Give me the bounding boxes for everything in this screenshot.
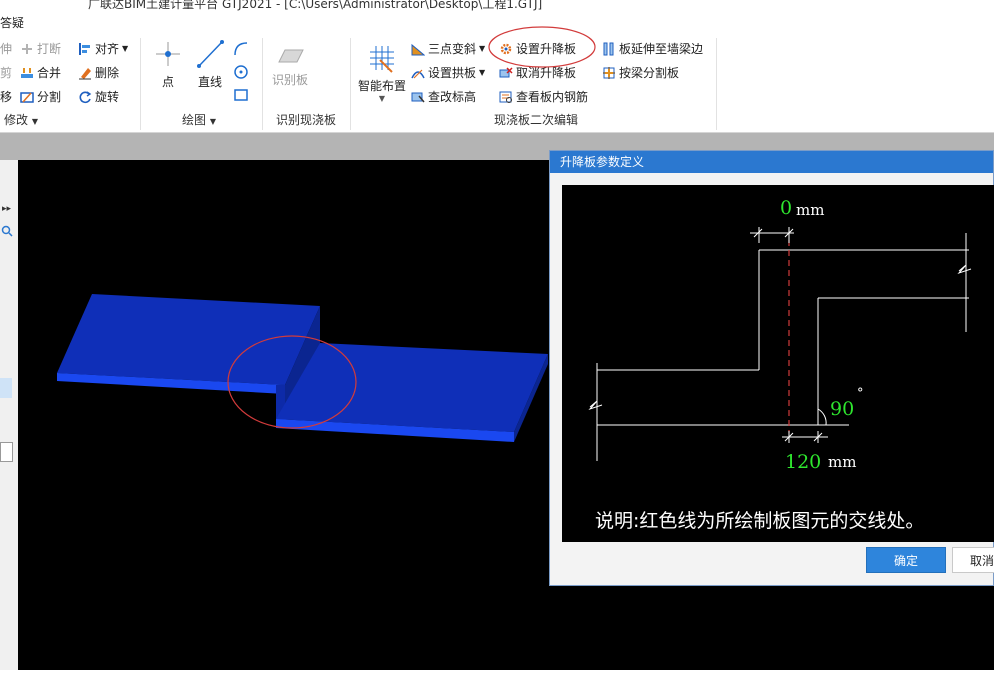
bottom-offset-value: 120 [785, 451, 822, 473]
check-elevation-label: 查改标高 [428, 90, 477, 104]
extend-to-wall-label: 板延伸至墙梁边 [619, 42, 704, 56]
split-beam-icon [603, 66, 615, 79]
left-panel: ▸▸ [0, 160, 19, 670]
divider [350, 38, 351, 130]
trim-button[interactable]: 剪 [0, 64, 12, 81]
check-elevation-button[interactable]: 查改标高 [411, 88, 476, 105]
arc-button[interactable] [232, 40, 250, 61]
merge-label: 合并 [37, 66, 62, 80]
view-rebar-button[interactable]: 查看板内钢筋 [499, 88, 588, 105]
angle-unit: ° [857, 386, 864, 401]
circle-icon [234, 65, 248, 79]
view-rebar-label: 查看板内钢筋 [516, 90, 589, 104]
move-label: 移 [0, 90, 13, 104]
rotate-icon [79, 90, 92, 103]
dialog-title: 升降板参数定义 [550, 151, 993, 173]
set-arch-slab-label: 设置拱板 [428, 66, 477, 80]
split-by-beam-button[interactable]: 按梁分割板 [602, 64, 679, 81]
search-icon[interactable] [0, 224, 14, 238]
note-text: 说明:红色线为所绘制板图元的交线处。 [595, 510, 925, 532]
draw-group-label[interactable]: 绘图 ▼ [182, 111, 216, 128]
window-title: 广联达BIM土建计量平台 GTJ2021 - [C:\Users\Adminis… [88, 0, 543, 11]
arc-icon [234, 42, 248, 56]
recognize-slab-icon [278, 49, 304, 63]
divider [716, 38, 717, 130]
extend-wall-icon [603, 42, 614, 55]
drop-slab-dialog: 升降板参数定义 0 mm 90 ° 120 mm 说明:红色线为所绘制板图元的交… [549, 150, 994, 586]
ok-button[interactable]: 确定 [866, 547, 946, 573]
extend-button[interactable]: 伸 [0, 40, 12, 57]
recognize-slab-label: 识别板 [271, 73, 308, 87]
highlight-circle [488, 26, 596, 68]
modify-group-label[interactable]: 修改 ▼ [4, 111, 38, 128]
extend-label: 伸 [0, 42, 13, 56]
dropdown-icon: ▼ [479, 68, 486, 77]
circle-button[interactable] [232, 63, 250, 84]
rectangle-icon [234, 89, 248, 101]
selected-row[interactable] [0, 378, 12, 398]
divider [140, 38, 141, 130]
three-point-slope-label: 三点变斜 [428, 42, 477, 56]
move-button[interactable]: 移 [0, 88, 12, 105]
recognize-slab-button[interactable]: 识别板 [268, 44, 312, 88]
view-rebar-icon [499, 91, 512, 103]
point-button[interactable]: 点 [150, 38, 186, 90]
split-by-beam-label: 按梁分割板 [619, 66, 680, 80]
break-button[interactable]: 打断 [20, 40, 61, 57]
angle-value: 90 [830, 398, 855, 420]
rotate-button[interactable]: 旋转 [78, 88, 119, 105]
point-label: 点 [161, 75, 174, 89]
line-button[interactable]: 直线 [192, 38, 228, 90]
align-dropdown-icon: ▼ [122, 44, 129, 53]
divider [262, 38, 263, 130]
upper-slab-top [57, 294, 320, 385]
slope-icon [411, 43, 425, 55]
top-offset-value: 0 [780, 197, 793, 219]
property-input[interactable] [0, 442, 13, 462]
ribbon: 答疑 伸 打断 对齐 ▼ 剪 合并 删除 移 分割 旋转 修改 ▼ 点 直线 绘… [0, 14, 994, 133]
expand-icon[interactable]: ▸▸ [2, 204, 11, 214]
line-label: 直线 [197, 75, 222, 89]
split-button[interactable]: 分割 [20, 88, 61, 105]
rectangle-button[interactable] [232, 86, 250, 107]
cancel-button[interactable]: 取消 [952, 547, 994, 573]
three-point-slope-button[interactable]: 三点变斜 ▼ [411, 40, 485, 57]
set-arch-slab-button[interactable]: 设置拱板 ▼ [411, 64, 485, 81]
smart-layout-label: 智能布置 [357, 79, 406, 93]
bottom-offset-unit: mm [828, 453, 857, 471]
break-label: 打断 [37, 42, 62, 56]
elevation-icon [411, 92, 425, 102]
delete-label: 删除 [95, 66, 120, 80]
align-label: 对齐 [95, 42, 120, 56]
extend-to-wall-button[interactable]: 板延伸至墙梁边 [602, 40, 703, 57]
parameter-diagram: 0 mm 90 ° 120 mm 说明:红色线为所绘制板图元的交线处。 [562, 185, 994, 542]
split-icon [20, 91, 34, 103]
trim-label: 剪 [0, 66, 13, 80]
eraser-icon [79, 67, 91, 79]
section-drawing [588, 227, 972, 461]
merge-icon [21, 67, 33, 78]
align-button[interactable]: 对齐 ▼ [78, 40, 128, 57]
smart-layout-button[interactable]: 智能布置 ▼ [356, 42, 408, 103]
line-icon [197, 40, 224, 68]
dropdown-icon: ▼ [479, 44, 486, 53]
align-icon [79, 42, 90, 55]
recognize-group-label: 识别现浇板 [276, 113, 337, 127]
point-icon [156, 42, 180, 66]
arch-slab-icon [411, 69, 425, 78]
rotate-label: 旋转 [95, 90, 120, 104]
title-bar: 广联达BIM土建计量平台 GTJ2021 - [C:\Users\Adminis… [0, 0, 994, 14]
slab-edit-group-label: 现浇板二次编辑 [494, 113, 579, 127]
lower-slab-top [276, 343, 548, 432]
top-offset-unit: mm [796, 201, 825, 219]
merge-button[interactable]: 合并 [20, 64, 61, 81]
split-label: 分割 [37, 90, 62, 104]
break-icon [22, 43, 32, 54]
smart-layout-dropdown-icon: ▼ [378, 94, 386, 103]
smart-layout-icon [370, 46, 394, 73]
delete-button[interactable]: 删除 [78, 64, 119, 81]
